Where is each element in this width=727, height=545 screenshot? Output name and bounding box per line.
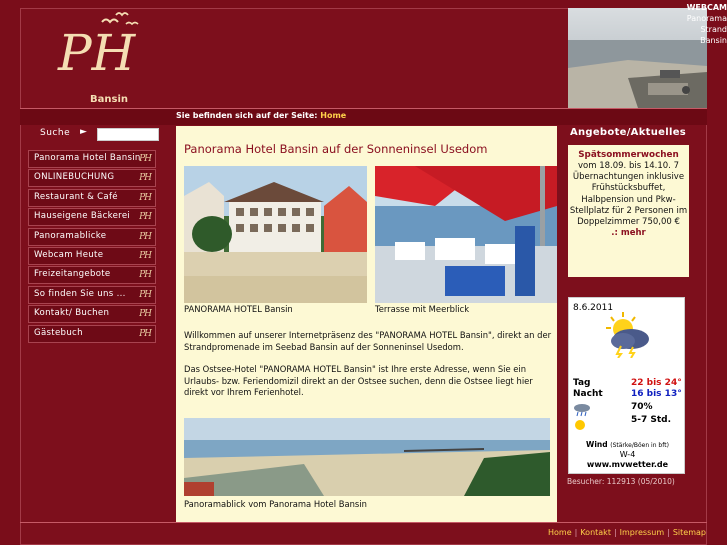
page-title: Panorama Hotel Bansin auf der Sonneninse…	[184, 142, 488, 156]
ph-logo-icon: PH	[139, 231, 152, 242]
breadcrumb-current-link[interactable]: Home	[320, 111, 346, 120]
intro-paragraph: Willkommen auf unserer Internetpräsenz d…	[184, 330, 552, 352]
footer-links: Home | Kontakt | Impressum | Sitemap	[548, 528, 706, 537]
breadcrumb: Sie befinden sich auf der Seite: Home	[176, 111, 346, 120]
footer-link[interactable]: Sitemap	[673, 528, 706, 537]
ph-logo-icon: PH	[139, 289, 152, 300]
sidebar-item-label: So finden Sie uns ...	[34, 288, 126, 299]
breadcrumb-bar	[20, 109, 707, 125]
sun-cloud-thunder-icon	[603, 312, 653, 359]
weather-night-value: 16 bis 13°	[631, 389, 682, 399]
sidebar-item[interactable]: Gästebuch PH	[28, 324, 156, 343]
weather-wind-unit: (Stärke/Böen in bft)	[610, 442, 669, 449]
weather-day-value: 22 bis 24°	[631, 378, 682, 388]
sidebar-item-label: Panoramablicke	[34, 230, 107, 241]
offer-heading: Spätsommerwochen	[578, 150, 679, 160]
webcam-line: Strand	[700, 25, 727, 34]
panorama-photo[interactable]	[184, 418, 550, 496]
terrace-photo[interactable]	[375, 166, 557, 303]
photo-caption: Panoramablick vom Panorama Hotel Bansin	[184, 499, 367, 509]
sidebar-item-label: Hauseigene Bäckerei	[34, 211, 131, 222]
footer-separator: |	[613, 528, 617, 537]
photo-caption: PANORAMA HOTEL Bansin	[184, 304, 293, 314]
weather-sun-value: 5-7 Std.	[631, 415, 672, 425]
footer-separator: |	[574, 528, 578, 537]
sidebar-item[interactable]: Restaurant & Café PH	[28, 188, 156, 207]
weather-wind-label: Wind	[586, 440, 608, 449]
footer-divider	[20, 522, 707, 523]
logo-subtitle: Bansin	[90, 94, 128, 105]
ph-logo-icon: PH	[139, 212, 152, 223]
sun-icon	[573, 417, 587, 431]
footer-separator: |	[667, 528, 670, 537]
sidebar-item-label: Gästebuch	[34, 327, 83, 338]
weather-source-link[interactable]: www.mvwetter.de	[569, 460, 686, 469]
sidebar-item[interactable]: ONLINEBUCHUNG PH	[28, 169, 156, 188]
webcam-line: Panorama	[686, 14, 727, 23]
search-arrow-icon[interactable]: ►	[80, 127, 87, 137]
webcam-line: Bansin	[700, 36, 727, 45]
visitor-counter: Besucher: 112913 (05/2010)	[567, 477, 675, 486]
sidebar-item-label: Restaurant & Café	[34, 191, 118, 202]
sidebar-item[interactable]: Panoramablicke PH	[28, 227, 156, 246]
hotel-logo[interactable]: PH Bansin	[56, 10, 146, 108]
webcam-caption: WEBCAM Panorama Strand Bansin	[640, 2, 727, 46]
sidebar-item[interactable]: Freizeitangebote PH	[28, 266, 156, 285]
sidebar-item-label: ONLINEBUCHUNG	[34, 172, 115, 183]
weather-wind-title: Wind (Stärke/Böen in bft)	[569, 440, 686, 449]
search-label: Suche	[40, 128, 71, 138]
offer-text: vom 18.09. bis 14.10. 7 Übernachtungen i…	[569, 161, 688, 228]
ph-logo-icon: PH	[139, 328, 152, 339]
weather-night-label: Nacht	[573, 389, 603, 399]
breadcrumb-prefix: Sie befinden sich auf der Seite:	[176, 111, 318, 120]
sidebar-item-label: Webcam Heute	[34, 249, 104, 260]
sidebar-item-label: Panorama Hotel Bansin	[34, 153, 141, 163]
weather-widget[interactable]: 8.6.2011 Tag 22 bis 24° Nacht 16 bis 13°…	[568, 297, 685, 474]
offers-title: Angebote/Aktuelles	[569, 127, 687, 138]
hotel-photo[interactable]	[184, 166, 367, 303]
sidebar-item-label: Kontakt/ Buchen	[34, 308, 110, 319]
sidebar-item[interactable]: Panorama Hotel Bansin PH	[28, 150, 156, 168]
ph-logo-icon: PH	[139, 154, 152, 164]
description-paragraph: Das Ostsee-Hotel "PANORAMA HOTEL Bansin"…	[184, 364, 533, 397]
weather-rain-value: 70%	[631, 402, 653, 412]
search-input[interactable]	[97, 128, 159, 141]
ph-logo-icon: PH	[139, 309, 152, 320]
sidebar-item[interactable]: So finden Sie uns ... PH	[28, 285, 156, 304]
sidebar-nav: Panorama Hotel Bansin PH ONLINEBUCHUNG PH Re…	[28, 150, 156, 344]
offer-box: Spätsommerwochen vom 18.09. bis 14.10. 7…	[568, 145, 689, 277]
ph-logo-icon: PH	[139, 173, 152, 184]
sidebar-item[interactable]: Hauseigene Bäckerei PH	[28, 208, 156, 227]
rain-cloud-icon	[573, 402, 591, 417]
webcam-title: WEBCAM	[686, 3, 727, 12]
weather-day-label: Tag	[573, 378, 591, 388]
logo-initials: PH	[57, 24, 137, 82]
footer-link[interactable]: Kontakt	[580, 528, 611, 537]
footer-link[interactable]: Home	[548, 528, 572, 537]
sidebar-item[interactable]: Webcam Heute PH	[28, 246, 156, 265]
ph-logo-icon: PH	[139, 270, 152, 281]
footer-link[interactable]: Impressum	[620, 528, 664, 537]
ph-logo-icon: PH	[139, 192, 152, 203]
sidebar-item-label: Freizeitangebote	[34, 269, 111, 280]
weather-wind-value: W-4	[619, 450, 636, 459]
photo-caption: Terrasse mit Meerblick	[375, 304, 470, 314]
sidebar-item[interactable]: Kontakt/ Buchen PH	[28, 305, 156, 324]
ph-logo-icon: PH	[139, 250, 152, 261]
offer-more-link[interactable]: .: mehr	[568, 228, 689, 238]
